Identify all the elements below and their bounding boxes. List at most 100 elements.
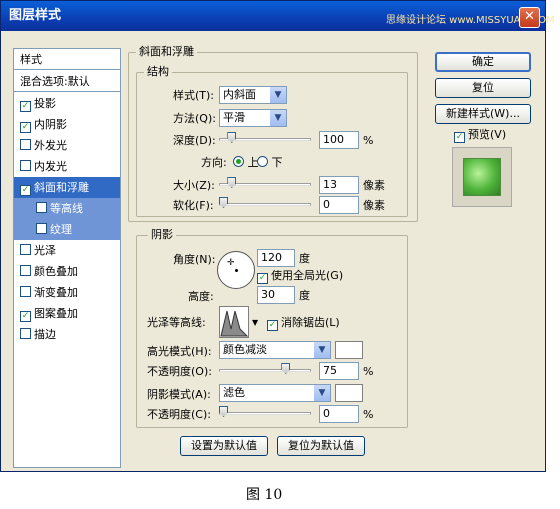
bevel-section-title: 斜面和浮雕 [136,46,197,58]
style-label: 样式(T): [173,89,215,102]
angle-label: 角度(N): [173,253,216,266]
preview-thumbnail [463,158,501,196]
shadow-mode-label: 阴影模式(A): [147,388,211,401]
style-item[interactable]: 纹理 [14,219,120,240]
angle-dial[interactable]: ✛ [217,251,255,289]
chevron-down-icon: ▼ [270,110,286,126]
soften-label: 软化(F): [173,199,214,212]
style-item[interactable]: 等高线 [14,198,120,219]
preview-checkbox[interactable]: ✓ 预览(V) [454,128,506,143]
style-item[interactable]: 颜色叠加 [14,261,120,282]
checkbox-icon[interactable] [20,139,31,150]
shadow-mode-value: 滤色 [223,386,245,399]
ok-button[interactable]: 确定 [435,52,531,72]
global-light-label: 使用全局光(G) [271,269,344,282]
angle-input[interactable]: 120 [257,249,295,267]
style-item-label: 投影 [34,97,56,110]
style-item[interactable]: 外发光 [14,135,120,156]
shadow-mode-select[interactable]: 滤色 ▼ [219,384,331,402]
depth-input[interactable]: 100 [319,131,359,149]
reset-button[interactable]: 复位 [435,78,531,98]
style-item-label: 颜色叠加 [34,265,78,278]
style-item[interactable]: ✓ 投影 [14,93,120,114]
close-icon: ✕ [524,9,535,24]
technique-select[interactable]: 平滑 ▼ [219,109,287,127]
bevel-style-value: 内斜面 [223,88,256,101]
radio-selected-icon [233,156,244,167]
dial-center-dot [235,269,238,272]
checkbox-checked-icon[interactable]: ✓ [20,185,31,196]
style-item-label: 斜面和浮雕 [34,181,89,194]
soften-slider-track[interactable] [219,203,311,206]
checkbox-icon[interactable] [36,223,47,234]
style-item[interactable]: 光泽 [14,240,120,261]
style-item[interactable]: 渐变叠加 [14,282,120,303]
layer-style-dialog: 图层样式 思缘设计论坛 www.MISSYUAN.COM ✕ 样式 混合选项:默… [0,0,555,472]
global-light-checkbox[interactable]: ✓ 使用全局光(G) [257,269,343,284]
style-item-label: 描边 [34,328,56,341]
checkbox-icon[interactable] [20,265,31,276]
direction-label: 方向: [201,156,227,169]
checkbox-icon[interactable] [20,328,31,339]
new-style-button[interactable]: 新建样式(W)... [435,104,531,124]
technique-label: 方法(Q): [173,112,216,125]
technique-value: 平滑 [223,111,245,124]
highlight-mode-label: 高光模式(H): [147,345,212,358]
structure-title: 结构 [144,66,172,78]
highlight-color-swatch[interactable] [335,341,363,359]
style-item-label: 渐变叠加 [34,286,78,299]
checkbox-checked-icon[interactable]: ✓ [20,311,31,322]
highlight-mode-value: 颜色减淡 [223,343,267,356]
chevron-down-icon: ▼ [314,342,330,358]
highlight-opacity-input[interactable]: 75 [319,362,359,380]
checkbox-icon[interactable] [20,160,31,171]
gloss-dropdown-icon[interactable]: ▼ [252,316,258,330]
altitude-unit: 度 [299,289,310,302]
highlight-mode-select[interactable]: 颜色减淡 ▼ [219,341,331,359]
checkbox-checked-icon: ✓ [267,320,278,331]
checkbox-checked-icon: ✓ [257,273,268,284]
style-item[interactable]: ✓ 斜面和浮雕 [14,177,120,198]
set-default-button[interactable]: 设置为默认值 [180,436,268,456]
bevel-style-select[interactable]: 内斜面 ▼ [219,86,287,104]
checkbox-icon[interactable] [20,286,31,297]
style-item-label: 纹理 [50,223,72,236]
style-item-label: 内阴影 [34,118,67,131]
highlight-opacity-track[interactable] [219,369,311,372]
direction-up-radio[interactable]: 上 [233,156,259,170]
styles-header[interactable]: 样式 [14,49,120,70]
highlight-opacity-label: 不透明度(O): [147,365,212,378]
shadow-opacity-track[interactable] [219,412,311,415]
soften-input[interactable]: 0 [319,196,359,214]
style-item[interactable]: 内发光 [14,156,120,177]
close-button[interactable]: ✕ [519,7,540,28]
shadow-opacity-label: 不透明度(C): [147,408,211,421]
chevron-down-icon: ▼ [270,87,286,103]
gloss-contour-picker[interactable] [219,306,249,338]
style-item-label: 内发光 [34,160,67,173]
reset-default-button[interactable]: 复位为默认值 [277,436,365,456]
chevron-down-icon: ▼ [314,385,330,401]
figure-caption: 图 10 [246,487,283,503]
checkbox-checked-icon[interactable]: ✓ [20,122,31,133]
checkbox-checked-icon[interactable]: ✓ [20,101,31,112]
size-unit: 像素 [363,179,385,192]
style-item[interactable]: ✓ 图案叠加 [14,303,120,324]
style-item[interactable]: ✓ 内阴影 [14,114,120,135]
depth-label: 深度(D): [173,134,216,147]
blending-options-item[interactable]: 混合选项:默认 [14,71,120,92]
gloss-contour-label: 光泽等高线: [147,316,206,329]
soften-unit: 像素 [363,199,385,212]
contour-curve-icon [220,310,249,337]
direction-down-radio[interactable]: 下 [257,156,283,170]
checkbox-icon[interactable] [36,202,47,213]
altitude-input[interactable]: 30 [257,286,295,304]
shadow-opacity-input[interactable]: 0 [319,405,359,423]
checkbox-icon[interactable] [20,244,31,255]
shadow-opacity-unit: % [363,408,374,421]
style-item[interactable]: 描边 [14,324,120,345]
preview-label: 预览(V) [468,128,507,141]
shadow-color-swatch[interactable] [335,384,363,402]
antialias-checkbox[interactable]: ✓ 消除锯齿(L) [267,316,340,331]
size-input[interactable]: 13 [319,176,359,194]
